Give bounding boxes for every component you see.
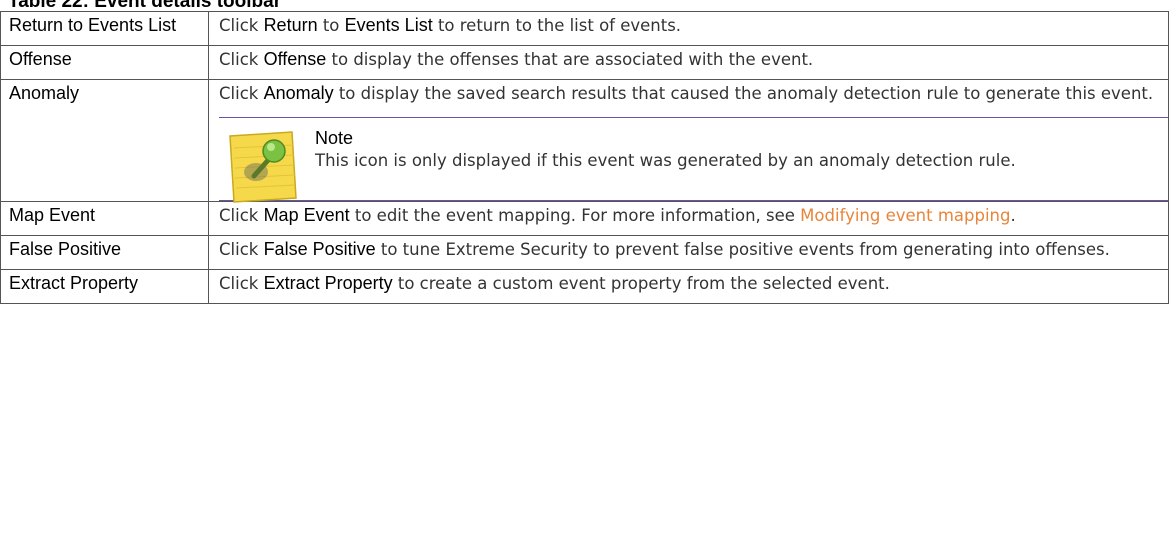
ui-term: Map Event (263, 205, 350, 225)
ui-term: Anomaly (263, 83, 334, 103)
description-text: to display the offenses that are associa… (326, 50, 814, 69)
note-title: Note (315, 128, 354, 148)
table-row: Offense Click Offense to display the offe… (0, 45, 1169, 80)
description-text: Click (219, 206, 264, 225)
description-text: to edit the event mapping. For more info… (349, 206, 801, 225)
description-text: Click (219, 240, 264, 259)
toolbar-item-name: Return to Events List (0, 11, 209, 46)
table-row: Anomaly Click Anomaly to display the save… (0, 79, 1169, 203)
description-text: to display the saved search results that… (333, 84, 1154, 103)
description-text: Click (219, 84, 264, 103)
note-callout: Note This icon is only displayed if this … (219, 117, 1168, 203)
table-row: False Positive Click False Positive to tu… (0, 235, 1169, 270)
toolbar-item-name: Map Event (0, 201, 209, 236)
toolbar-item-name: False Positive (0, 235, 209, 270)
description-text: to (317, 16, 345, 35)
description-text: Click (219, 16, 264, 35)
event-details-toolbar-table: Return to Events List Click Return to Eve… (0, 11, 1169, 304)
ui-term: Extract Property (263, 273, 393, 293)
description-text: Click (219, 274, 264, 293)
table-row: Extract Property Click Extract Property t… (0, 269, 1169, 304)
description-text: to create a custom event property from t… (392, 274, 890, 293)
ui-term: False Positive (263, 239, 376, 259)
toolbar-item-description: Click False Positive to tune Extreme Sec… (208, 235, 1169, 270)
toolbar-item-description: Click Anomaly to display the saved searc… (208, 79, 1169, 203)
toolbar-item-description: Click Extract Property to create a custo… (208, 269, 1169, 304)
pushpin-note-icon (229, 131, 297, 203)
table-row: Return to Events List Click Return to Eve… (0, 11, 1169, 46)
note-text: This icon is only displayed if this even… (315, 151, 1016, 170)
table-row: Map Event Click Map Event to edit the eve… (0, 201, 1169, 236)
ui-term: Return (263, 15, 318, 35)
ui-term: Offense (263, 49, 327, 69)
ui-term: Events List (344, 15, 433, 35)
toolbar-item-name: Anomaly (0, 79, 209, 202)
toolbar-item-name: Extract Property (0, 269, 209, 304)
description-text: . (1010, 206, 1016, 225)
description-text: to tune Extreme Security to prevent fals… (375, 240, 1110, 259)
description-text: Click (219, 50, 264, 69)
toolbar-item-name: Offense (0, 45, 209, 80)
toolbar-item-description: Click Map Event to edit the event mappin… (208, 201, 1169, 236)
toolbar-item-description: Click Offense to display the offenses th… (208, 45, 1169, 80)
toolbar-item-description: Click Return to Events List to return to… (208, 11, 1169, 46)
description-text: to return to the list of events. (432, 16, 682, 35)
cross-reference-link[interactable]: Modifying event mapping (800, 206, 1010, 225)
